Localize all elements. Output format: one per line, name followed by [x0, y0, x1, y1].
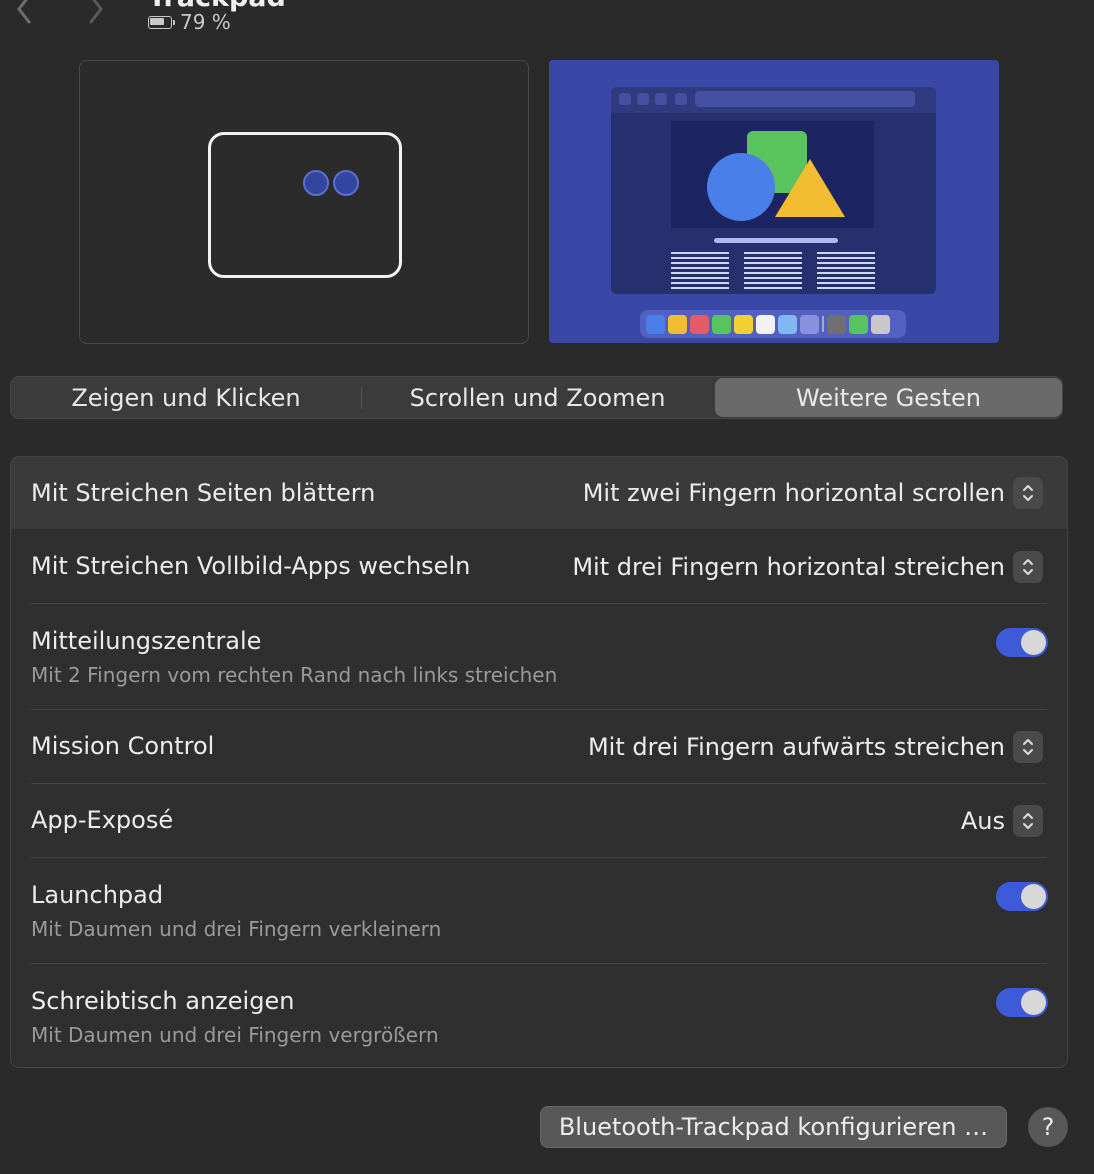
setting-row: Launchpad Mit Daumen und drei Fingern ve…: [11, 858, 1067, 963]
setting-label: Schreibtisch anzeigen: [31, 987, 295, 1015]
finger-dot: [303, 170, 329, 196]
tab-zeigen-und-klicken[interactable]: Zeigen und Klicken: [11, 377, 361, 418]
swipe-pages-popup[interactable]: Mit zwei Fingern horizontal scrollen: [583, 477, 1043, 509]
battery-icon: [148, 15, 175, 29]
setting-row: Schreibtisch anzeigen Mit Daumen und dre…: [11, 964, 1067, 1067]
setting-row: Mit Streichen Seiten blättern Mit zwei F…: [11, 457, 1067, 529]
blue-circle-shape: [707, 153, 775, 221]
yellow-triangle-shape: [775, 159, 845, 217]
screen-preview: [549, 60, 999, 343]
popup-value: Mit zwei Fingern horizontal scrollen: [582, 479, 1005, 507]
setting-subtitle: Mit Daumen und drei Fingern verkleinern: [31, 917, 442, 941]
browser-window-illustration: [611, 87, 936, 294]
browser-toolbar: [611, 87, 936, 113]
hero-illustration: [671, 121, 874, 228]
setting-label: Mitteilungszentrale: [31, 627, 262, 655]
back-button[interactable]: [14, 0, 34, 28]
heading-line: [714, 238, 838, 243]
setting-label: Mission Control: [31, 732, 215, 760]
up-down-chevron-icon: [1013, 731, 1043, 763]
app-expose-popup[interactable]: Aus: [961, 805, 1043, 837]
fullscreen-apps-popup[interactable]: Mit drei Fingern horizontal streichen: [572, 551, 1043, 583]
finger-dot: [333, 170, 359, 196]
setting-row: Mitteilungszentrale Mit 2 Fingern vom re…: [11, 604, 1067, 709]
notification-center-toggle[interactable]: [996, 628, 1048, 657]
tab-bar: Zeigen und Klicken Scrollen und Zoomen W…: [10, 376, 1063, 419]
setting-label: Launchpad: [31, 881, 164, 909]
text-column: [671, 252, 729, 292]
setting-label: App-Exposé: [31, 806, 174, 834]
popup-value: Aus: [960, 807, 1005, 835]
setting-subtitle: Mit 2 Fingern vom rechten Rand nach link…: [31, 663, 558, 687]
url-bar-illustration: [695, 91, 915, 107]
battery-fill: [150, 17, 164, 25]
popup-value: Mit drei Fingern horizontal streichen: [572, 553, 1005, 581]
chevron-right-icon: [89, 0, 103, 24]
battery-percentage: 79 %: [180, 10, 231, 34]
setting-row: App-Exposé Aus: [11, 784, 1067, 857]
trackpad-illustration: [208, 132, 402, 278]
setting-subtitle: Mit Daumen und drei Fingern vergrößern: [31, 1023, 439, 1047]
mission-control-popup[interactable]: Mit drei Fingern aufwärts streichen: [588, 731, 1043, 763]
setting-row: Mission Control Mit drei Fingern aufwärt…: [11, 710, 1067, 783]
settings-list: Mit Streichen Seiten blättern Mit zwei F…: [10, 456, 1068, 1068]
up-down-chevron-icon: [1013, 805, 1043, 837]
setting-row: Mit Streichen Vollbild-Apps wechseln Mit…: [11, 529, 1067, 603]
configure-bluetooth-trackpad-button[interactable]: Bluetooth-Trackpad konfigurieren …: [540, 1106, 1007, 1148]
dock-illustration: [640, 310, 906, 338]
launchpad-toggle[interactable]: [996, 882, 1048, 911]
setting-label: Mit Streichen Seiten blättern: [31, 479, 376, 507]
text-column: [744, 252, 802, 292]
chevron-left-icon: [17, 0, 31, 24]
popup-value: Mit drei Fingern aufwärts streichen: [587, 733, 1005, 761]
up-down-chevron-icon: [1013, 477, 1043, 509]
tab-weitere-gesten[interactable]: Weitere Gesten: [715, 378, 1062, 417]
tab-scrollen-und-zoomen[interactable]: Scrollen und Zoomen: [362, 377, 713, 418]
show-desktop-toggle[interactable]: [996, 988, 1048, 1017]
up-down-chevron-icon: [1013, 551, 1043, 583]
text-column: [817, 252, 875, 292]
setting-label: Mit Streichen Vollbild-Apps wechseln: [31, 552, 471, 580]
help-button[interactable]: ?: [1028, 1107, 1068, 1147]
forward-button[interactable]: [86, 0, 106, 28]
gesture-preview: [79, 60, 529, 344]
battery-status: 79 %: [148, 10, 231, 34]
